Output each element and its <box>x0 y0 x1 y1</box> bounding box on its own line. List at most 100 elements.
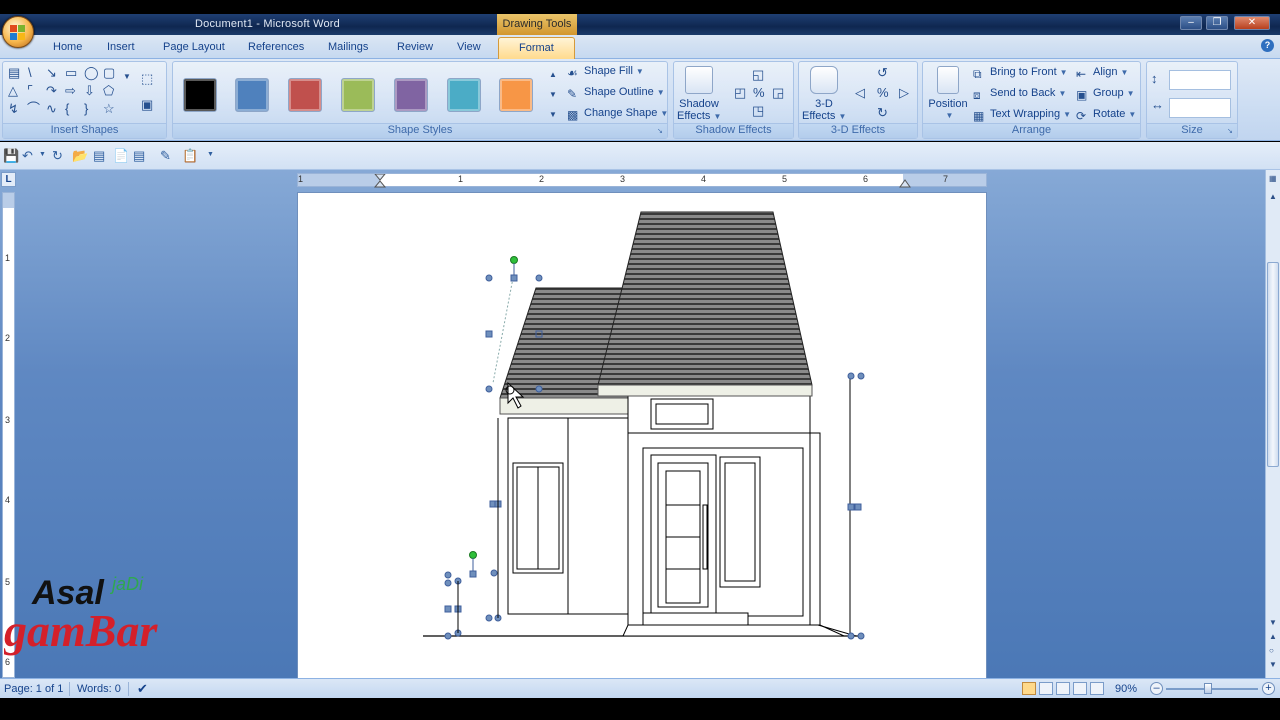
oval-shape-icon[interactable]: ◯ <box>84 66 99 80</box>
next-page-icon[interactable]: ▼ <box>1269 660 1277 669</box>
style-swatch-orange[interactable] <box>499 78 533 112</box>
new-document-icon[interactable]: 📄 <box>113 148 129 164</box>
save-icon[interactable]: 💾 <box>3 148 19 164</box>
nudge-down-icon[interactable]: ◳ <box>752 104 764 118</box>
step-lower[interactable] <box>622 624 845 637</box>
style-swatch-aqua[interactable] <box>447 78 481 112</box>
web-layout-view-icon[interactable] <box>1056 682 1070 695</box>
style-swatch-black[interactable] <box>183 78 217 112</box>
ruler-toggle-icon[interactable]: ▦ <box>1269 174 1277 183</box>
tilt-down-icon[interactable]: ↻ <box>877 106 888 120</box>
nudge-right-icon[interactable]: ◲ <box>772 86 784 100</box>
zoom-slider-track[interactable] <box>1166 688 1258 690</box>
style-swatch-blue[interactable] <box>235 78 269 112</box>
redo-icon[interactable]: ↻ <box>52 148 63 164</box>
vertical-ruler[interactable]: 1 2 3 4 5 6 <box>2 192 15 678</box>
tab-insert[interactable]: Insert <box>107 41 135 53</box>
open-folder-icon[interactable]: 📂 <box>72 148 88 164</box>
select-browse-object-icon[interactable]: ○ <box>1269 646 1274 655</box>
styles-scroll-up-icon[interactable]: ▲ <box>549 68 557 82</box>
styles-more-icon[interactable]: ▼ <box>549 108 557 122</box>
main-roof[interactable] <box>597 211 813 386</box>
rotation-handle[interactable] <box>510 256 518 264</box>
tab-home[interactable]: Home <box>53 41 82 53</box>
rectangle-shape-icon[interactable]: ▭ <box>65 66 77 80</box>
tab-page-layout[interactable]: Page Layout <box>163 41 225 53</box>
bring-to-front-button[interactable]: ⧉ Bring to Front ▼ <box>973 66 1068 84</box>
elbow-arrow-icon[interactable]: ↷ <box>46 84 57 98</box>
step-upper[interactable] <box>642 612 749 626</box>
zoom-level[interactable]: 90% <box>1115 683 1137 695</box>
shape-fill-button[interactable]: ☙ Shape Fill ▼ <box>567 65 644 83</box>
nudge-up-icon[interactable]: ◱ <box>752 68 764 82</box>
text-box-draw-icon[interactable]: ▣ <box>141 98 153 112</box>
tab-format[interactable]: Format <box>498 37 575 60</box>
position-button[interactable]: Position ▼ <box>926 66 970 122</box>
proofing-icon[interactable]: ✔ <box>137 681 148 697</box>
lightning-shape-icon[interactable]: ↯ <box>8 102 19 116</box>
paste-icon[interactable]: 📋 <box>182 148 198 164</box>
shadow-effects-button[interactable]: Shadow Effects ▼ <box>677 66 721 123</box>
tilt-right-icon[interactable]: ▷ <box>899 86 909 100</box>
house-drawing[interactable] <box>298 193 988 683</box>
indent-marker-icon[interactable] <box>373 174 387 188</box>
scroll-down-icon[interactable]: ▼ <box>1269 618 1277 627</box>
shape-height-input[interactable] <box>1169 70 1231 90</box>
tilt-up-icon[interactable]: ↺ <box>877 66 888 80</box>
page-count[interactable]: Page: 1 of 1 <box>4 683 63 695</box>
line-shape-icon[interactable]: \ <box>28 66 32 80</box>
scrollbar-thumb[interactable] <box>1267 262 1279 467</box>
rounded-rect-shape-icon[interactable]: ▢ <box>103 66 115 80</box>
rotation-handle-2[interactable] <box>469 551 477 559</box>
document-page[interactable] <box>297 192 987 682</box>
shadow-toggle-icon[interactable]: % <box>753 86 765 100</box>
office-button[interactable] <box>2 16 34 48</box>
group-button[interactable]: ▣ Group ▼ <box>1076 87 1135 105</box>
main-roof-fascia[interactable] <box>597 384 813 397</box>
tab-mailings[interactable]: Mailings <box>328 41 368 53</box>
send-to-back-button[interactable]: ⧈ Send to Back ▼ <box>973 87 1066 105</box>
draw-icon[interactable]: ✎ <box>160 148 171 164</box>
scroll-up-icon[interactable]: ▲ <box>1269 192 1277 201</box>
full-screen-reading-icon[interactable] <box>1039 682 1053 695</box>
curve-shape-icon[interactable]: ∿ <box>46 102 57 116</box>
close-button[interactable]: ✕ <box>1234 16 1270 30</box>
vertical-scrollbar[interactable]: ▦ ▲ ▼ ▲ ○ ▼ <box>1265 170 1280 678</box>
3d-toggle-icon[interactable]: % <box>877 86 889 100</box>
arc-shape-icon[interactable]: ⌒ <box>27 102 40 116</box>
format-painter-icon[interactable]: ▤ <box>133 148 145 164</box>
triangle-shape-icon[interactable]: △ <box>8 84 18 98</box>
tilt-left-icon[interactable]: ◁ <box>855 86 865 100</box>
size-launcher-icon[interactable]: ↘ <box>1227 128 1235 136</box>
style-swatch-purple[interactable] <box>394 78 428 112</box>
help-icon[interactable]: ? <box>1261 39 1274 52</box>
small-roof-fascia[interactable] <box>499 397 647 415</box>
undo-dropdown-icon[interactable]: ▼ <box>39 151 46 158</box>
zoom-in-button[interactable]: + <box>1262 682 1275 695</box>
style-swatch-red[interactable] <box>288 78 322 112</box>
styles-scroll-down-icon[interactable]: ▼ <box>549 88 557 102</box>
undo-icon[interactable]: ↶ <box>22 148 33 164</box>
star-shape-icon[interactable]: ☆ <box>103 102 115 116</box>
tab-stop-selector[interactable]: L <box>1 172 16 187</box>
shape-outline-button[interactable]: ✎ Shape Outline ▼ <box>567 86 665 104</box>
customize-qat-icon[interactable]: ▼ <box>207 151 214 158</box>
minimize-button[interactable]: – <box>1180 16 1202 30</box>
shape-width-input[interactable] <box>1169 98 1231 118</box>
shape-styles-launcher-icon[interactable]: ↘ <box>657 128 665 136</box>
elbow-connector-icon[interactable]: ⌜ <box>27 84 33 98</box>
horizontal-ruler[interactable]: 1 1 2 3 4 5 6 7 <box>297 173 987 188</box>
word-count[interactable]: Words: 0 <box>77 683 121 695</box>
tab-review[interactable]: Review <box>397 41 433 53</box>
previous-page-icon[interactable]: ▲ <box>1269 632 1277 641</box>
tab-view[interactable]: View <box>457 41 481 53</box>
zoom-out-button[interactable]: – <box>1150 682 1163 695</box>
down-arrow-shape-icon[interactable]: ⇩ <box>84 84 95 98</box>
brace-left-icon[interactable]: { <box>65 102 69 116</box>
nudge-left-icon[interactable]: ◰ <box>734 86 746 100</box>
edit-points-icon[interactable]: ⬚ <box>141 72 153 86</box>
zoom-slider-thumb[interactable] <box>1204 683 1212 694</box>
restore-button[interactable]: ❐ <box>1206 16 1228 30</box>
right-arrow-shape-icon[interactable]: ⇨ <box>65 84 76 98</box>
print-layout-view-icon[interactable] <box>1022 682 1036 695</box>
